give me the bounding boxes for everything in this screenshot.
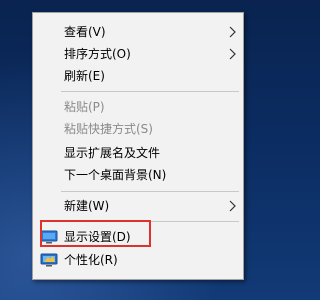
menu-item-next-background-label: 下一个桌面背景(N) <box>64 168 167 182</box>
menu-item-personalize-label: 个性化(R) <box>64 253 118 267</box>
menu-item-paste-shortcut: 粘贴快捷方式(S) <box>33 118 243 140</box>
menu-item-show-extensions-label: 显示扩展名及文件 <box>64 146 161 160</box>
highlight-box-display-settings <box>40 220 151 247</box>
menu-item-next-background[interactable]: 下一个桌面背景(N) <box>33 164 243 186</box>
menu-item-paste-shortcut-label: 粘贴快捷方式(S) <box>64 122 153 136</box>
menu-item-show-extensions[interactable]: 显示扩展名及文件 <box>33 142 243 164</box>
chevron-right-icon <box>229 200 236 212</box>
menu-item-sort-by-label: 排序方式(O) <box>64 47 131 61</box>
menu-item-paste: 粘贴(P) <box>33 96 243 118</box>
chevron-right-icon <box>229 48 236 60</box>
personalize-monitor-icon <box>40 253 58 267</box>
menu-separator <box>61 191 239 192</box>
menu-item-personalize[interactable]: 个性化(R) <box>33 249 243 271</box>
menu-item-paste-label: 粘贴(P) <box>64 100 105 114</box>
menu-item-new[interactable]: 新建(W) <box>33 195 243 217</box>
menu-separator <box>61 91 239 92</box>
menu-item-view[interactable]: 查看(V) <box>33 21 243 43</box>
menu-item-new-label: 新建(W) <box>64 199 110 213</box>
menu-item-sort-by[interactable]: 排序方式(O) <box>33 43 243 65</box>
menu-item-view-label: 查看(V) <box>64 25 106 39</box>
menu-item-refresh[interactable]: 刷新(E) <box>33 65 243 87</box>
menu-item-refresh-label: 刷新(E) <box>64 69 105 83</box>
chevron-right-icon <box>229 26 236 38</box>
